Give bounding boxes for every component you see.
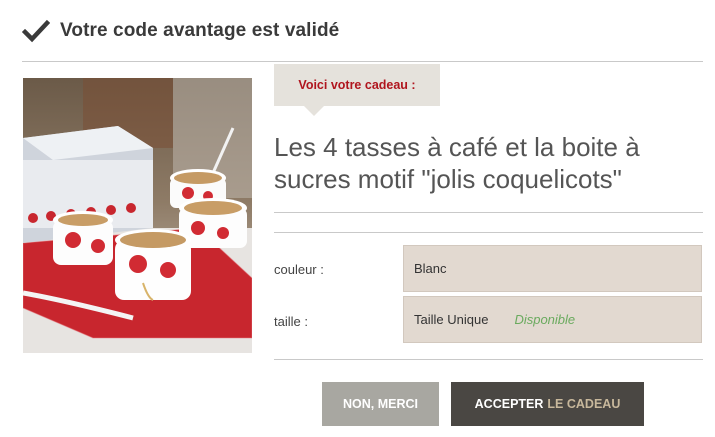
size-value: Taille Unique: [414, 312, 489, 327]
options-top-divider: [274, 232, 703, 233]
gift-tag: Voici votre cadeau :: [274, 64, 440, 106]
accept-gift-button[interactable]: ACCEPTER LE CADEAU: [451, 382, 644, 426]
availability-status: Disponible: [514, 312, 576, 327]
header-divider: [22, 61, 703, 62]
accept-button-label: ACCEPTER: [474, 397, 544, 411]
options-bottom-divider: [274, 359, 703, 360]
refuse-button[interactable]: NON, MERCI: [322, 382, 439, 426]
title-divider: [274, 212, 703, 213]
header-title: Votre code avantage est validé: [60, 20, 340, 41]
refuse-button-label: NON, MERCI: [343, 397, 418, 411]
product-image: [23, 78, 252, 353]
size-field[interactable]: Taille Unique Disponible: [403, 296, 702, 343]
gift-tag-pointer: [304, 106, 324, 116]
size-label: taille :: [274, 314, 308, 329]
color-label: couleur :: [274, 262, 324, 277]
color-value: Blanc: [414, 261, 447, 276]
check-icon: [22, 19, 50, 43]
accept-button-accent: LE CADEAU: [547, 397, 621, 411]
gift-tag-label: Voici votre cadeau :: [298, 78, 416, 92]
color-field[interactable]: Blanc: [403, 245, 702, 292]
header: Votre code avantage est validé: [22, 14, 339, 48]
product-title: Les 4 tasses à café et la boite à sucres…: [274, 132, 640, 194]
